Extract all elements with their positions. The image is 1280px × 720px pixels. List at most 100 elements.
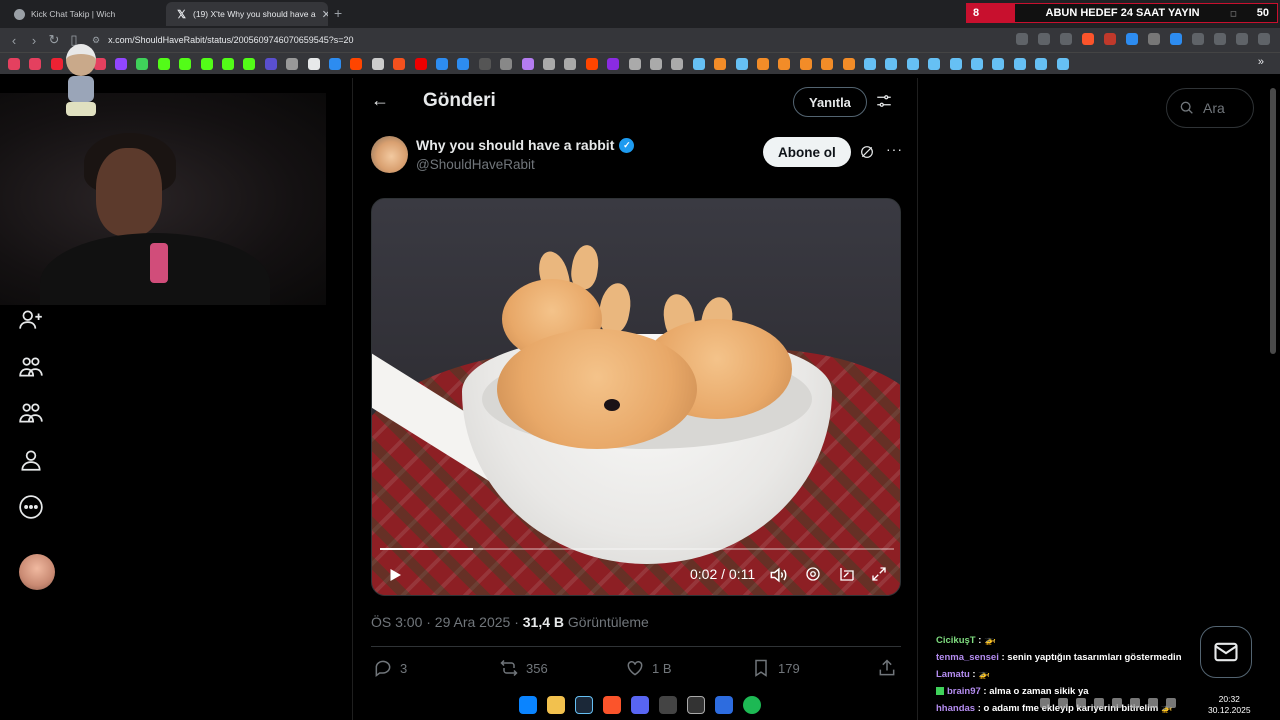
reply-action[interactable]: 3 bbox=[373, 658, 407, 678]
windows-start-icon[interactable] bbox=[519, 696, 537, 714]
bookmark-favicon-icon[interactable] bbox=[928, 58, 941, 70]
zoom-icon[interactable] bbox=[1038, 33, 1050, 45]
bookmark-favicon-icon[interactable] bbox=[971, 58, 983, 70]
extension-icon[interactable] bbox=[1126, 33, 1138, 45]
app-icon[interactable] bbox=[687, 696, 705, 714]
account-avatar[interactable] bbox=[19, 554, 55, 590]
bookmark-favicon-icon[interactable] bbox=[222, 58, 234, 70]
discord-icon[interactable] bbox=[631, 696, 649, 714]
more-horizontal-icon[interactable]: ··· bbox=[886, 141, 903, 157]
bookmark-favicon-icon[interactable] bbox=[992, 58, 1005, 70]
extension-icon[interactable] bbox=[1170, 33, 1182, 45]
puzzle-icon[interactable] bbox=[1192, 33, 1204, 45]
bookmark-favicon-icon[interactable] bbox=[478, 58, 491, 70]
more-bookmarks-icon[interactable]: » bbox=[1258, 56, 1264, 68]
menu-icon[interactable] bbox=[1258, 33, 1270, 45]
bookmark-favicon-icon[interactable] bbox=[906, 58, 919, 70]
bookmark-favicon-icon[interactable] bbox=[1035, 58, 1048, 70]
bookmark-favicon-icon[interactable] bbox=[949, 58, 962, 70]
bookmark-favicon-icon[interactable] bbox=[799, 58, 812, 70]
bookmark-favicon-icon[interactable] bbox=[264, 58, 277, 70]
bookmark-favicon-icon[interactable] bbox=[1013, 58, 1026, 70]
bookmark-favicon-icon[interactable] bbox=[585, 58, 598, 70]
bookmark-favicon-icon[interactable] bbox=[864, 58, 876, 70]
post-timestamp[interactable]: ÖS 3:00 · 29 Ara 2025 · bbox=[371, 614, 523, 630]
bookmark-favicon-icon[interactable] bbox=[393, 58, 406, 70]
bookmark-favicon-icon[interactable] bbox=[157, 58, 170, 70]
tray-icon[interactable] bbox=[1040, 698, 1050, 708]
brave-browser-icon[interactable] bbox=[603, 696, 621, 714]
bookmark-favicon-icon[interactable] bbox=[436, 58, 448, 70]
tray-icon[interactable] bbox=[1112, 698, 1122, 708]
bookmark-favicon-icon[interactable] bbox=[692, 58, 705, 70]
bookmark-favicon-icon[interactable] bbox=[500, 58, 513, 70]
address-bar[interactable]: ⚙ x.com/ShouldHaveRabit/status/200560974… bbox=[92, 31, 972, 49]
wifi-icon[interactable] bbox=[1148, 698, 1158, 708]
like-action[interactable]: 1 B bbox=[625, 658, 672, 678]
forward-icon[interactable]: › bbox=[24, 33, 44, 48]
app-icon[interactable] bbox=[659, 696, 677, 714]
bookmark-favicon-icon[interactable] bbox=[307, 58, 320, 70]
search-box[interactable]: Ara bbox=[1166, 88, 1254, 128]
messages-button[interactable] bbox=[1200, 626, 1252, 678]
video-progress-bar[interactable] bbox=[380, 548, 894, 550]
bookmark-favicon-icon[interactable] bbox=[243, 58, 256, 70]
settings-gear-icon[interactable] bbox=[804, 565, 822, 588]
fullscreen-icon[interactable] bbox=[870, 565, 888, 588]
bookmark-favicon-icon[interactable] bbox=[842, 58, 855, 70]
bookmark-favicon-icon[interactable] bbox=[757, 58, 769, 70]
bookmark-favicon-icon[interactable] bbox=[714, 58, 727, 70]
steam-icon[interactable] bbox=[575, 696, 593, 714]
profile-icon[interactable] bbox=[16, 445, 46, 475]
more-options-icon[interactable] bbox=[16, 492, 46, 522]
bookmark-favicon-icon[interactable] bbox=[671, 58, 684, 70]
bookmark-favicon-icon[interactable] bbox=[115, 58, 127, 70]
bookmark-favicon-icon[interactable] bbox=[457, 58, 470, 70]
post-video[interactable]: 0:02 / 0:11 bbox=[371, 198, 901, 596]
picture-in-picture-icon[interactable] bbox=[838, 565, 856, 588]
sliders-icon[interactable] bbox=[875, 92, 893, 115]
bookmark-favicon-icon[interactable] bbox=[650, 58, 662, 70]
music-icon[interactable] bbox=[1236, 33, 1248, 45]
tray-icon[interactable] bbox=[1076, 698, 1086, 708]
follow-button[interactable]: Abone ol bbox=[763, 137, 851, 167]
bookmark-favicon-icon[interactable] bbox=[329, 58, 341, 70]
bookmark-favicon-icon[interactable] bbox=[179, 58, 192, 70]
bookmark-favicon-icon[interactable] bbox=[778, 58, 791, 70]
scrollbar[interactable] bbox=[1270, 88, 1276, 354]
bookmark-favicon-icon[interactable] bbox=[885, 58, 898, 70]
share-icon[interactable] bbox=[1060, 33, 1072, 45]
spotify-icon[interactable] bbox=[743, 696, 761, 714]
bookmark-favicon-icon[interactable] bbox=[200, 58, 213, 70]
tab-kick-chat[interactable]: Kick Chat Takip | Wich bbox=[4, 2, 164, 26]
bookmark-favicon-icon[interactable] bbox=[821, 58, 834, 70]
back-icon[interactable]: ‹ bbox=[4, 33, 24, 48]
volume-icon[interactable] bbox=[768, 565, 788, 590]
back-arrow-icon[interactable]: ← bbox=[371, 90, 389, 111]
app-icon[interactable] bbox=[715, 696, 733, 714]
close-tab-icon[interactable]: ✕ bbox=[322, 8, 328, 21]
tab-x-post[interactable]: 𝕏 (19) X'te Why you should have a ✕ bbox=[166, 2, 328, 26]
file-explorer-icon[interactable] bbox=[547, 696, 565, 714]
sidebar-icon[interactable] bbox=[1214, 33, 1226, 45]
bookmark-favicon-icon[interactable] bbox=[521, 58, 534, 70]
tray-icon[interactable] bbox=[1130, 698, 1140, 708]
bookmark-favicon-icon[interactable] bbox=[414, 58, 427, 70]
bookmark-favicon-icon[interactable] bbox=[543, 58, 555, 70]
groups-icon[interactable] bbox=[16, 398, 46, 428]
bookmark-favicon-icon[interactable] bbox=[371, 58, 384, 70]
bookmark-favicon-icon[interactable] bbox=[350, 58, 363, 70]
bookmark-favicon-icon[interactable] bbox=[735, 58, 748, 70]
extension-icon[interactable] bbox=[1104, 33, 1116, 45]
reply-button[interactable]: Yanıtla bbox=[793, 87, 867, 117]
tray-icon[interactable] bbox=[1094, 698, 1104, 708]
bookmark-favicon-icon[interactable] bbox=[607, 58, 620, 70]
author-avatar[interactable] bbox=[371, 136, 408, 173]
bookmark-favicon-icon[interactable] bbox=[136, 58, 149, 70]
brave-shield-icon[interactable] bbox=[1082, 33, 1094, 45]
new-tab-button[interactable]: + bbox=[334, 5, 342, 21]
bookmark-action[interactable]: 179 bbox=[751, 658, 800, 678]
bookmark-favicon-icon[interactable] bbox=[8, 58, 20, 70]
author-handle[interactable]: @ShouldHaveRabit bbox=[416, 157, 535, 172]
bookmark-favicon-icon[interactable] bbox=[29, 58, 42, 70]
